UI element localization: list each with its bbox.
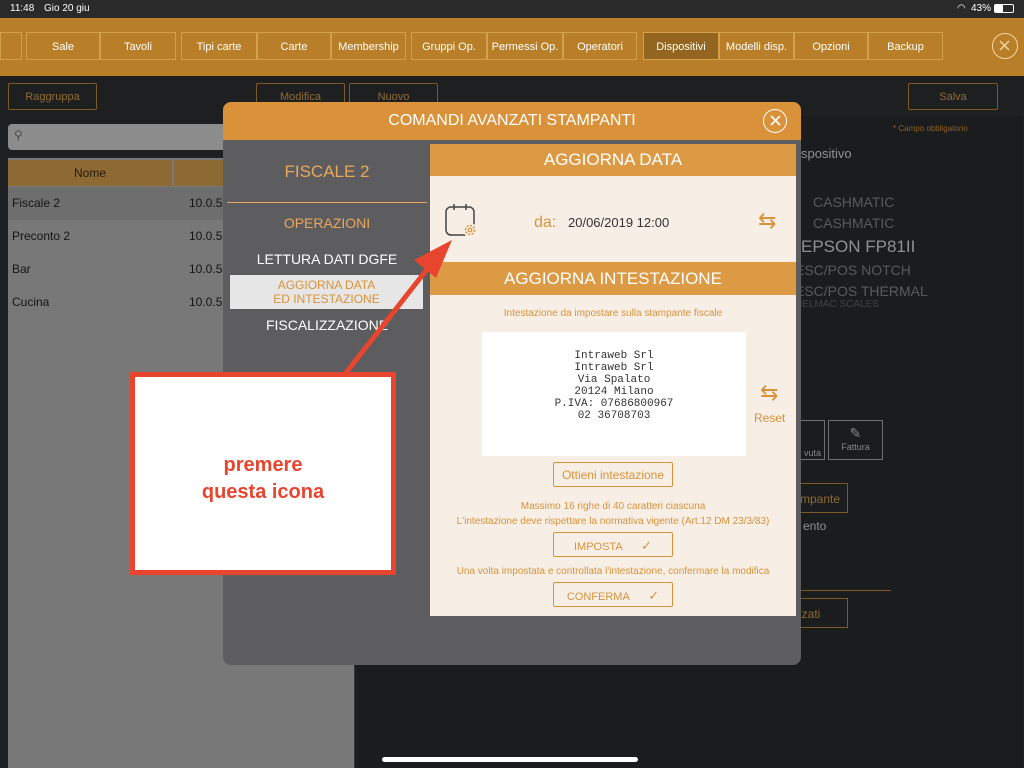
- annotation-line2: questa icona: [201, 481, 325, 503]
- home-indicator[interactable]: [382, 757, 638, 762]
- annotation-line1: premere: [223, 454, 303, 476]
- annotation-callout: premere questa icona: [130, 372, 396, 575]
- annotation-text: premere questa icona: [135, 452, 391, 506]
